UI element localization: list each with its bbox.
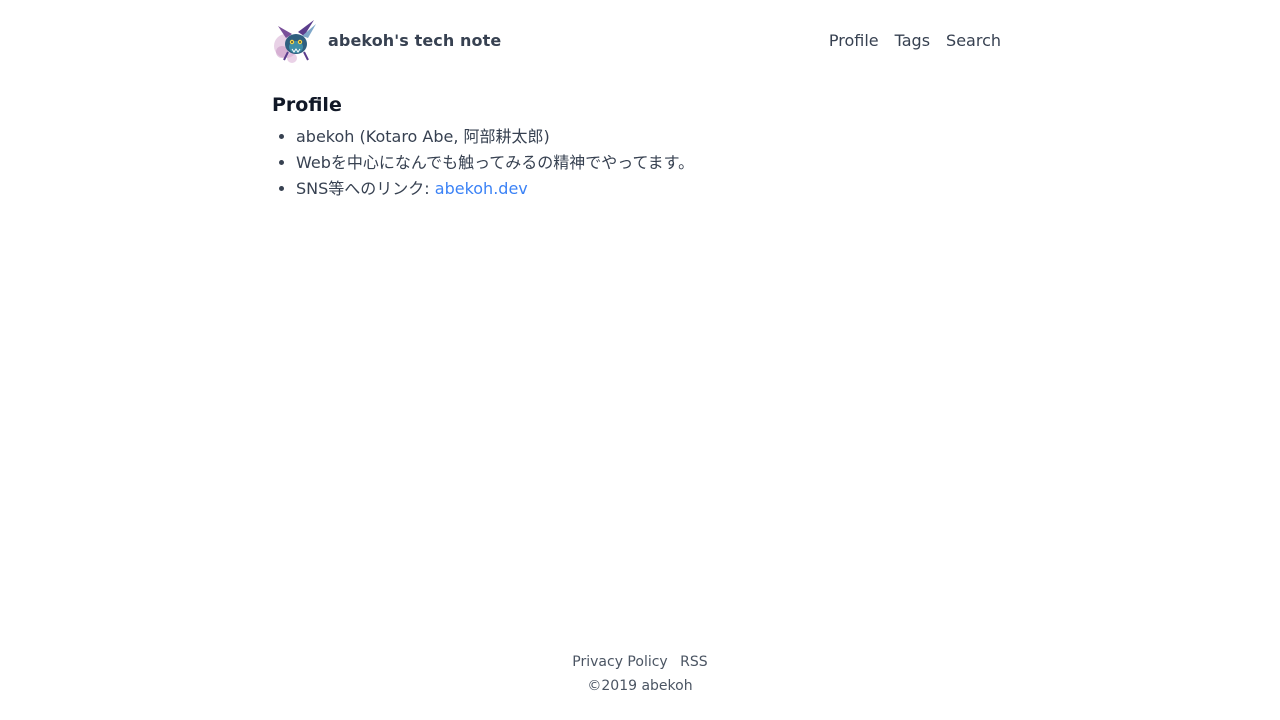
- bat-avatar-icon: [274, 20, 316, 63]
- list-item-text: Webを中心になんでも触ってみるの精神でやってます。: [296, 153, 695, 172]
- main-content: Profile abekoh (Kotaro Abe, 阿部耕太郎) Webを中…: [272, 90, 1001, 202]
- main-nav: Profile Tags Search: [829, 31, 1001, 50]
- page: abekoh's tech note Profile Tags Search P…: [0, 0, 1280, 720]
- list-item: abekoh (Kotaro Abe, 阿部耕太郎): [296, 124, 1001, 150]
- nav-profile-link[interactable]: Profile: [829, 31, 879, 50]
- privacy-policy-link[interactable]: Privacy Policy: [572, 654, 667, 670]
- site-footer: Privacy Policy RSS ©2019 abekoh: [0, 650, 1280, 698]
- site-header: abekoh's tech note Profile Tags Search: [272, 16, 1001, 64]
- list-item: SNS等へのリンク: abekoh.dev: [296, 176, 1001, 202]
- profile-list: abekoh (Kotaro Abe, 阿部耕太郎) Webを中心になんでも触っ…: [272, 124, 1001, 202]
- nav-tags-link[interactable]: Tags: [895, 31, 930, 50]
- copyright: ©2019 abekoh: [587, 678, 693, 694]
- nav-search-link[interactable]: Search: [946, 31, 1001, 50]
- footer-links: Privacy Policy RSS: [0, 650, 1280, 674]
- list-item-text: SNS等へのリンク:: [296, 179, 435, 198]
- list-item: Webを中心になんでも触ってみるの精神でやってます。: [296, 150, 1001, 176]
- page-title: Profile: [272, 94, 342, 116]
- rss-link[interactable]: RSS: [680, 654, 708, 670]
- site-title: abekoh's tech note: [328, 30, 502, 50]
- abekoh-dev-link[interactable]: abekoh.dev: [435, 179, 528, 198]
- home-link[interactable]: abekoh's tech note: [272, 16, 501, 64]
- list-item-text: abekoh (Kotaro Abe, 阿部耕太郎): [296, 127, 550, 146]
